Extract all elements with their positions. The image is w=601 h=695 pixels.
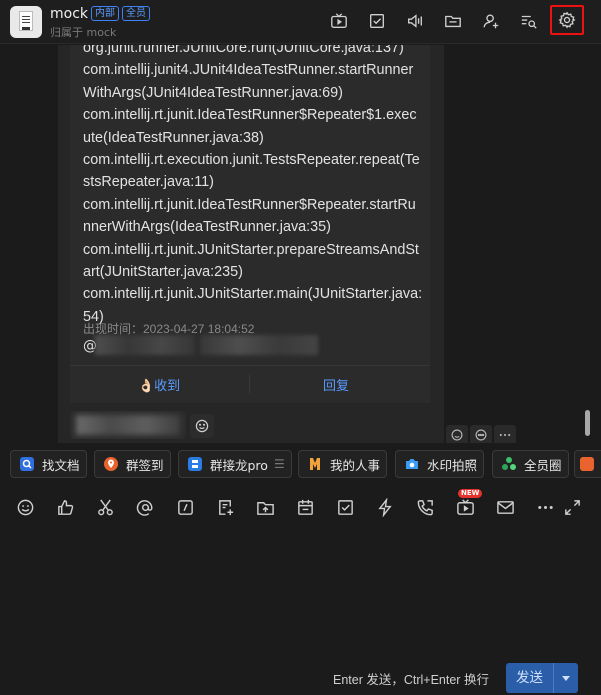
files-button[interactable] bbox=[440, 8, 466, 34]
stack-line: com.intellij.rt.execution.junit.TestsRep… bbox=[83, 152, 420, 191]
card-actions: 👌🏻收到 回复 bbox=[70, 365, 430, 403]
voice-call-button[interactable] bbox=[414, 496, 436, 518]
reaction-redacted[interactable] bbox=[70, 411, 186, 439]
group-avatar[interactable] bbox=[10, 6, 42, 38]
new-badge: NEW bbox=[458, 489, 483, 498]
mention-redacted bbox=[200, 335, 318, 355]
stack-line: com.intellij.junit4.JUnit4IdeaTestRunner… bbox=[83, 62, 414, 101]
live-button[interactable] bbox=[326, 8, 352, 34]
send-options-dropdown[interactable] bbox=[554, 663, 578, 693]
calendar-icon bbox=[297, 499, 313, 515]
emoji-icon bbox=[17, 499, 33, 515]
hr-icon bbox=[307, 456, 323, 472]
folder-icon bbox=[445, 15, 461, 28]
more-tools-button[interactable] bbox=[534, 496, 556, 518]
emoji-button[interactable] bbox=[14, 496, 36, 518]
tv-icon bbox=[456, 498, 474, 515]
voice-button[interactable] bbox=[402, 8, 428, 34]
quick-app-bar: 找文档 群签到 群接龙pro ☰ 我的人事 水印拍照 全员圈 bbox=[0, 444, 601, 486]
message-list[interactable]: org.junit.runner.JUnitCore.run(JUnitCore… bbox=[0, 45, 601, 443]
message-hover-tools bbox=[446, 425, 516, 443]
task-button[interactable] bbox=[334, 496, 356, 518]
live-stream-button[interactable] bbox=[454, 496, 476, 518]
screenshot-button[interactable] bbox=[94, 496, 116, 518]
more-button[interactable] bbox=[494, 425, 516, 443]
doc-search-icon bbox=[19, 456, 35, 472]
message-scrollbar[interactable] bbox=[585, 410, 590, 436]
send-button-group: 发送 bbox=[506, 663, 578, 693]
app-more-partial[interactable] bbox=[574, 450, 601, 478]
app-group-checkin[interactable]: 群签到 bbox=[94, 450, 171, 478]
add-reaction-button[interactable] bbox=[190, 414, 214, 438]
stack-line: com.intellij.rt.junit.IdeaTestRunner$Rep… bbox=[83, 107, 417, 146]
checkbox-icon bbox=[337, 499, 353, 515]
stack-line: org.junit.runner.JUnitCore.run(JUnitCore… bbox=[83, 45, 404, 56]
edit-box-icon bbox=[177, 499, 193, 515]
reply-button[interactable]: 回复 bbox=[323, 375, 349, 394]
add-note-button[interactable] bbox=[214, 496, 236, 518]
checkbox-icon bbox=[370, 14, 384, 28]
settings-button[interactable] bbox=[550, 5, 584, 35]
search-history-button[interactable] bbox=[516, 8, 542, 34]
drag-handle-icon[interactable]: ☰ bbox=[274, 457, 285, 471]
phone-icon bbox=[417, 499, 433, 515]
react-button[interactable] bbox=[446, 425, 468, 443]
comment-icon bbox=[475, 429, 487, 441]
checkin-icon bbox=[103, 456, 119, 472]
emoji-icon bbox=[451, 429, 463, 441]
app-find-doc[interactable]: 找文档 bbox=[10, 450, 87, 478]
tv-icon bbox=[331, 13, 347, 28]
relay-icon bbox=[187, 456, 203, 472]
add-member-button[interactable] bbox=[478, 8, 504, 34]
mail-button[interactable] bbox=[494, 496, 516, 518]
app-icon bbox=[579, 456, 595, 472]
note-plus-icon bbox=[218, 499, 233, 515]
more-icon bbox=[537, 505, 553, 509]
upload-file-button[interactable] bbox=[254, 496, 276, 518]
at-icon bbox=[136, 499, 152, 516]
flash-button[interactable] bbox=[374, 496, 396, 518]
composer-toolbar bbox=[0, 488, 601, 524]
received-button[interactable]: 👌🏻收到 bbox=[138, 375, 180, 394]
expand-icon bbox=[564, 499, 580, 515]
expand-composer-button[interactable] bbox=[561, 496, 583, 518]
app-group-relay-pro[interactable]: 群接龙pro ☰ bbox=[178, 450, 292, 478]
rich-text-button[interactable] bbox=[174, 496, 196, 518]
chat-title[interactable]: mock 内部 全员 bbox=[50, 6, 151, 22]
app-all-staff-circle[interactable]: 全员圈 bbox=[492, 450, 569, 478]
todo-button[interactable] bbox=[364, 8, 390, 34]
gear-icon bbox=[558, 11, 576, 29]
action-divider bbox=[249, 375, 250, 393]
stack-line: com.intellij.rt.junit.JUnitStarter.prepa… bbox=[83, 241, 419, 281]
app-watermark-camera[interactable]: 水印拍照 bbox=[395, 450, 485, 478]
chat-subtitle: 归属于 mock bbox=[50, 26, 117, 39]
send-shortcut-hint: Enter 发送，Ctrl+Enter 换行 bbox=[333, 673, 489, 687]
message-input[interactable] bbox=[0, 524, 601, 654]
thumbs-up-icon bbox=[57, 499, 73, 515]
schedule-button[interactable] bbox=[294, 496, 316, 518]
circle-icon bbox=[501, 456, 517, 472]
send-button[interactable]: 发送 bbox=[506, 663, 554, 693]
camera-icon bbox=[404, 456, 420, 472]
stack-line: com.intellij.rt.junit.IdeaTestRunner$Rep… bbox=[83, 196, 416, 236]
more-icon bbox=[499, 433, 511, 437]
mail-icon bbox=[496, 500, 514, 514]
stack-trace-text: org.junit.runner.JUnitCore.run(JUnitCore… bbox=[83, 45, 423, 328]
add-user-icon bbox=[483, 14, 499, 29]
mention-button[interactable] bbox=[134, 496, 156, 518]
all-staff-badge: 全员 bbox=[122, 6, 151, 21]
chat-header: mock 内部 全员 归属于 mock bbox=[0, 0, 601, 44]
group-name: mock bbox=[50, 6, 89, 22]
like-button[interactable] bbox=[54, 496, 76, 518]
list-search-icon bbox=[521, 15, 537, 29]
mention-redacted bbox=[95, 335, 195, 355]
lightning-icon bbox=[377, 497, 392, 517]
speaker-icon bbox=[408, 14, 422, 28]
comment-button[interactable] bbox=[470, 425, 492, 443]
scissors-icon bbox=[97, 498, 113, 515]
app-my-hr[interactable]: 我的人事 bbox=[298, 450, 388, 478]
internal-badge: 内部 bbox=[91, 6, 120, 21]
folder-upload-icon bbox=[256, 501, 274, 515]
emoji-plus-icon bbox=[195, 419, 209, 433]
